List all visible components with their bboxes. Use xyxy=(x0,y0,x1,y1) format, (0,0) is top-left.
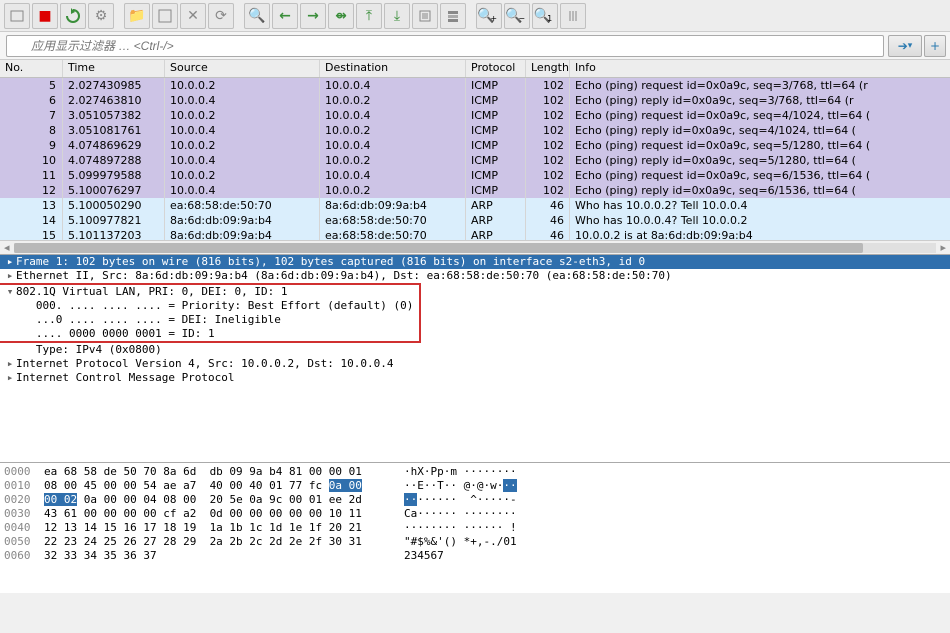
hex-row[interactable]: 006032 33 34 35 36 37234567 xyxy=(4,549,946,563)
packet-list-header: No. Time Source Destination Protocol Len… xyxy=(0,60,950,78)
packet-row[interactable]: 125.10007629710.0.0.410.0.0.2ICMP102Echo… xyxy=(0,183,950,198)
capture-options-button[interactable]: ⚙ xyxy=(88,3,114,29)
packet-bytes-pane: 0000ea 68 58 de 50 70 8a 6d db 09 9a b4 … xyxy=(0,463,950,593)
colorize-button[interactable] xyxy=(440,3,466,29)
go-first-button[interactable]: ⤒ xyxy=(356,3,382,29)
col-header-info[interactable]: Info xyxy=(570,60,950,77)
col-header-length[interactable]: Length xyxy=(526,60,570,77)
add-expression-button[interactable]: + xyxy=(924,35,946,57)
packet-row[interactable]: 83.05108176110.0.0.410.0.0.2ICMP102Echo … xyxy=(0,123,950,138)
col-header-time[interactable]: Time xyxy=(63,60,165,77)
expand-icon[interactable]: ▸ xyxy=(4,357,16,371)
restart-capture-button[interactable] xyxy=(60,3,86,29)
expand-icon[interactable]: ▸ xyxy=(4,371,16,385)
save-button[interactable] xyxy=(152,3,178,29)
hex-row[interactable]: 0000ea 68 58 de 50 70 8a 6d db 09 9a b4 … xyxy=(4,465,946,479)
tree-vlan-priority[interactable]: 000. .... .... .... = Priority: Best Eff… xyxy=(0,299,413,313)
zoom-out-button[interactable]: 🔍− xyxy=(504,3,530,29)
packet-row[interactable]: 104.07489728810.0.0.410.0.0.2ICMP102Echo… xyxy=(0,153,950,168)
go-forward-button[interactable]: → xyxy=(300,3,326,29)
packet-row[interactable]: 52.02743098510.0.0.210.0.0.4ICMP102Echo … xyxy=(0,78,950,93)
resize-columns-button[interactable] xyxy=(560,3,586,29)
tree-icmp[interactable]: ▸Internet Control Message Protocol xyxy=(0,371,950,385)
packet-row[interactable]: 145.1009778218a:6d:db:09:9a:b4ea:68:58:d… xyxy=(0,213,950,228)
col-header-protocol[interactable]: Protocol xyxy=(466,60,526,77)
go-back-button[interactable]: ← xyxy=(272,3,298,29)
col-header-destination[interactable]: Destination xyxy=(320,60,466,77)
hex-row[interactable]: 003043 61 00 00 00 00 cf a2 0d 00 00 00 … xyxy=(4,507,946,521)
display-filter-input[interactable] xyxy=(6,35,884,57)
apply-filter-button[interactable]: ➔▾ xyxy=(888,35,922,57)
display-filter-bar: 🔖 ➔▾ + xyxy=(0,32,950,60)
collapse-icon[interactable]: ▾ xyxy=(4,285,16,299)
expand-icon[interactable]: ▸ xyxy=(4,269,16,283)
jump-to-button[interactable]: ⇴ xyxy=(328,3,354,29)
packet-details-pane: ▸Frame 1: 102 bytes on wire (816 bits), … xyxy=(0,255,950,463)
open-button[interactable]: 📁 xyxy=(124,3,150,29)
go-last-button[interactable]: ⤓ xyxy=(384,3,410,29)
tree-frame[interactable]: ▸Frame 1: 102 bytes on wire (816 bits), … xyxy=(0,255,950,269)
packet-list-pane: No. Time Source Destination Protocol Len… xyxy=(0,60,950,255)
hex-row[interactable]: 004012 13 14 15 16 17 18 19 1a 1b 1c 1d … xyxy=(4,521,946,535)
tree-ipv4[interactable]: ▸Internet Protocol Version 4, Src: 10.0.… xyxy=(0,357,950,371)
tree-vlan-id[interactable]: .... 0000 0000 0001 = ID: 1 xyxy=(0,327,413,341)
hex-row[interactable]: 001008 00 45 00 00 54 ae a7 40 00 40 01 … xyxy=(4,479,946,493)
horizontal-scrollbar[interactable]: ◂ ▸ xyxy=(0,240,950,254)
expand-icon[interactable]: ▸ xyxy=(4,255,16,269)
reload-button[interactable]: ⟳ xyxy=(208,3,234,29)
hex-row[interactable]: 002000 02 0a 00 00 04 08 00 20 5e 0a 9c … xyxy=(4,493,946,507)
zoom-reset-button[interactable]: 🔍1 xyxy=(532,3,558,29)
stop-capture-button[interactable]: ■ xyxy=(32,3,58,29)
open-file-button[interactable] xyxy=(4,3,30,29)
main-toolbar: ■ ⚙ 📁 ✕ ⟳ 🔍 ← → ⇴ ⤒ ⤓ 🔍+ 🔍− 🔍1 xyxy=(0,0,950,32)
packet-row[interactable]: 62.02746381010.0.0.410.0.0.2ICMP102Echo … xyxy=(0,93,950,108)
auto-scroll-button[interactable] xyxy=(412,3,438,29)
packet-row[interactable]: 73.05105738210.0.0.210.0.0.4ICMP102Echo … xyxy=(0,108,950,123)
tree-vlan[interactable]: ▾802.1Q Virtual LAN, PRI: 0, DEI: 0, ID:… xyxy=(0,285,413,299)
highlight-box: ▾802.1Q Virtual LAN, PRI: 0, DEI: 0, ID:… xyxy=(0,283,421,343)
hex-row[interactable]: 005022 23 24 25 26 27 28 29 2a 2b 2c 2d … xyxy=(4,535,946,549)
find-button[interactable]: 🔍 xyxy=(244,3,270,29)
tree-vlan-type[interactable]: Type: IPv4 (0x0800) xyxy=(0,343,950,357)
tree-ethernet[interactable]: ▸Ethernet II, Src: 8a:6d:db:09:9a:b4 (8a… xyxy=(0,269,950,283)
col-header-no[interactable]: No. xyxy=(0,60,63,77)
tree-vlan-dei[interactable]: ...0 .... .... .... = DEI: Ineligible xyxy=(0,313,413,327)
packet-row[interactable]: 115.09997958810.0.0.210.0.0.4ICMP102Echo… xyxy=(0,168,950,183)
close-button[interactable]: ✕ xyxy=(180,3,206,29)
zoom-in-button[interactable]: 🔍+ xyxy=(476,3,502,29)
packet-row[interactable]: 135.100050290ea:68:58:de:50:708a:6d:db:0… xyxy=(0,198,950,213)
packet-row[interactable]: 94.07486962910.0.0.210.0.0.4ICMP102Echo … xyxy=(0,138,950,153)
col-header-source[interactable]: Source xyxy=(165,60,320,77)
